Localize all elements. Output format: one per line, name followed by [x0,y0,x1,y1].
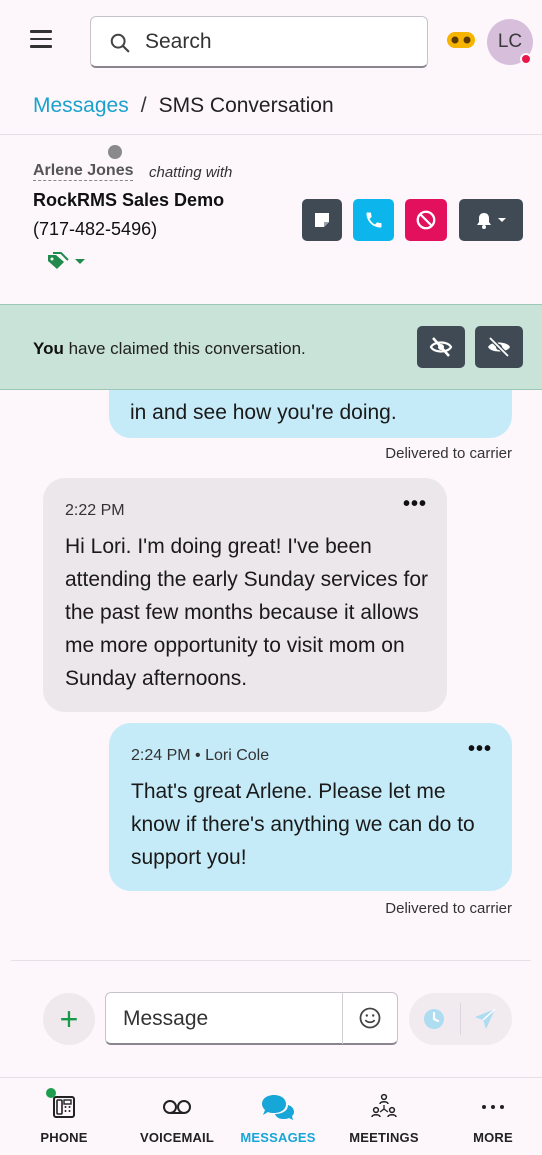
chatting-with-label: chatting with [149,164,233,181]
breadcrumb-separator: / [140,94,147,117]
unclaim-conversation-button[interactable] [475,326,523,368]
send-controls [409,993,512,1045]
bottom-navigation: PHONE VOICEMAIL MESSAGES MEETINGS MORE [0,1077,542,1155]
composer-divider [11,960,531,961]
message-timestamp: 2:22 PM [65,502,125,519]
eye-slash-filled-icon [488,336,510,358]
message-thread[interactable]: in and see how you're doing. Delivered t… [0,390,542,960]
emoji-icon[interactable] [358,1006,382,1030]
breadcrumb: Messages / SMS Conversation [33,94,334,118]
message-bubble-outgoing[interactable]: 2:24 PM • Lori Cole ••• That's great Arl… [109,723,512,891]
voicemail-icon [157,1092,197,1122]
hamburger-menu-icon[interactable] [30,30,52,50]
delivery-status: Delivered to carrier [385,900,512,917]
nav-label: MEETINGS [349,1130,419,1145]
nav-phone[interactable]: PHONE [28,1078,100,1155]
claim-banner: You have claimed this conversation. [0,304,542,390]
breadcrumb-messages-link[interactable]: Messages [33,94,129,117]
message-bubble-outgoing[interactable]: in and see how you're doing. [109,390,512,438]
call-button[interactable] [353,199,394,241]
hide-conversation-button[interactable] [417,326,465,368]
send-icon[interactable] [473,1007,497,1031]
message-body: That's great Arlene. Please let me know … [131,780,475,869]
notifications-dropdown-button[interactable] [459,199,523,241]
block-button[interactable] [405,199,447,241]
tag-dropdown-icon[interactable] [46,251,90,271]
send-separator [460,1003,461,1035]
add-attachment-button[interactable]: + [43,993,95,1045]
incognito-mask-icon[interactable] [446,30,476,50]
note-button[interactable] [302,199,342,241]
meetings-icon [364,1092,404,1122]
message-bubble-incoming[interactable]: 2:22 PM ••• Hi Lori. I'm doing great! I'… [43,478,447,712]
message-menu-icon[interactable]: ••• [403,494,427,514]
chat-bubbles-icon [258,1092,298,1122]
group-name: RockRMS Sales Demo [33,190,225,210]
schedule-clock-icon[interactable] [422,1007,446,1031]
block-icon [416,210,436,230]
group-phone: (717-482-5496) [33,219,158,239]
search-box[interactable] [90,16,428,68]
avatar-initials: LC [497,31,523,52]
delivery-status: Delivered to carrier [385,445,512,462]
emoji-separator [342,993,343,1044]
phone-icon [366,212,381,228]
nav-label: PHONE [40,1130,88,1145]
claim-message: have claimed this conversation. [63,339,306,358]
sticky-note-icon [315,213,329,227]
search-icon [110,33,130,53]
nav-messages[interactable]: MESSAGES [232,1078,324,1155]
message-timestamp: 2:24 PM • Lori Cole [131,747,270,764]
online-status-dot [46,1088,56,1098]
nav-voicemail[interactable]: VOICEMAIL [126,1078,228,1155]
message-input[interactable] [123,1004,333,1034]
bell-icon [477,213,506,229]
top-bar: LC [0,0,542,80]
nav-label: MORE [473,1130,513,1145]
conversation-header: Arlene Jones chatting with RockRMS Sales… [0,135,542,305]
user-status-dot [520,53,532,65]
message-body: Hi Lori. I'm doing great! I've been atte… [65,535,429,690]
contact-name[interactable]: Arlene Jones [33,162,134,181]
message-field[interactable] [105,992,398,1045]
search-input[interactable] [145,27,405,57]
plus-icon: + [59,1000,79,1037]
claim-text: You have claimed this conversation. [33,339,306,359]
nav-more[interactable]: MORE [458,1078,528,1155]
phone-dialpad-icon [44,1088,84,1122]
more-dots-icon [473,1092,513,1122]
nav-label: MESSAGES [240,1130,316,1145]
breadcrumb-current: SMS Conversation [158,94,334,117]
nav-meetings[interactable]: MEETINGS [340,1078,428,1155]
presence-dot [108,145,122,159]
nav-label: VOICEMAIL [139,1130,215,1145]
eye-slash-icon [429,337,453,357]
claim-who: You [33,339,64,358]
message-menu-icon[interactable]: ••• [468,739,492,759]
message-body: in and see how you're doing. [130,401,397,424]
